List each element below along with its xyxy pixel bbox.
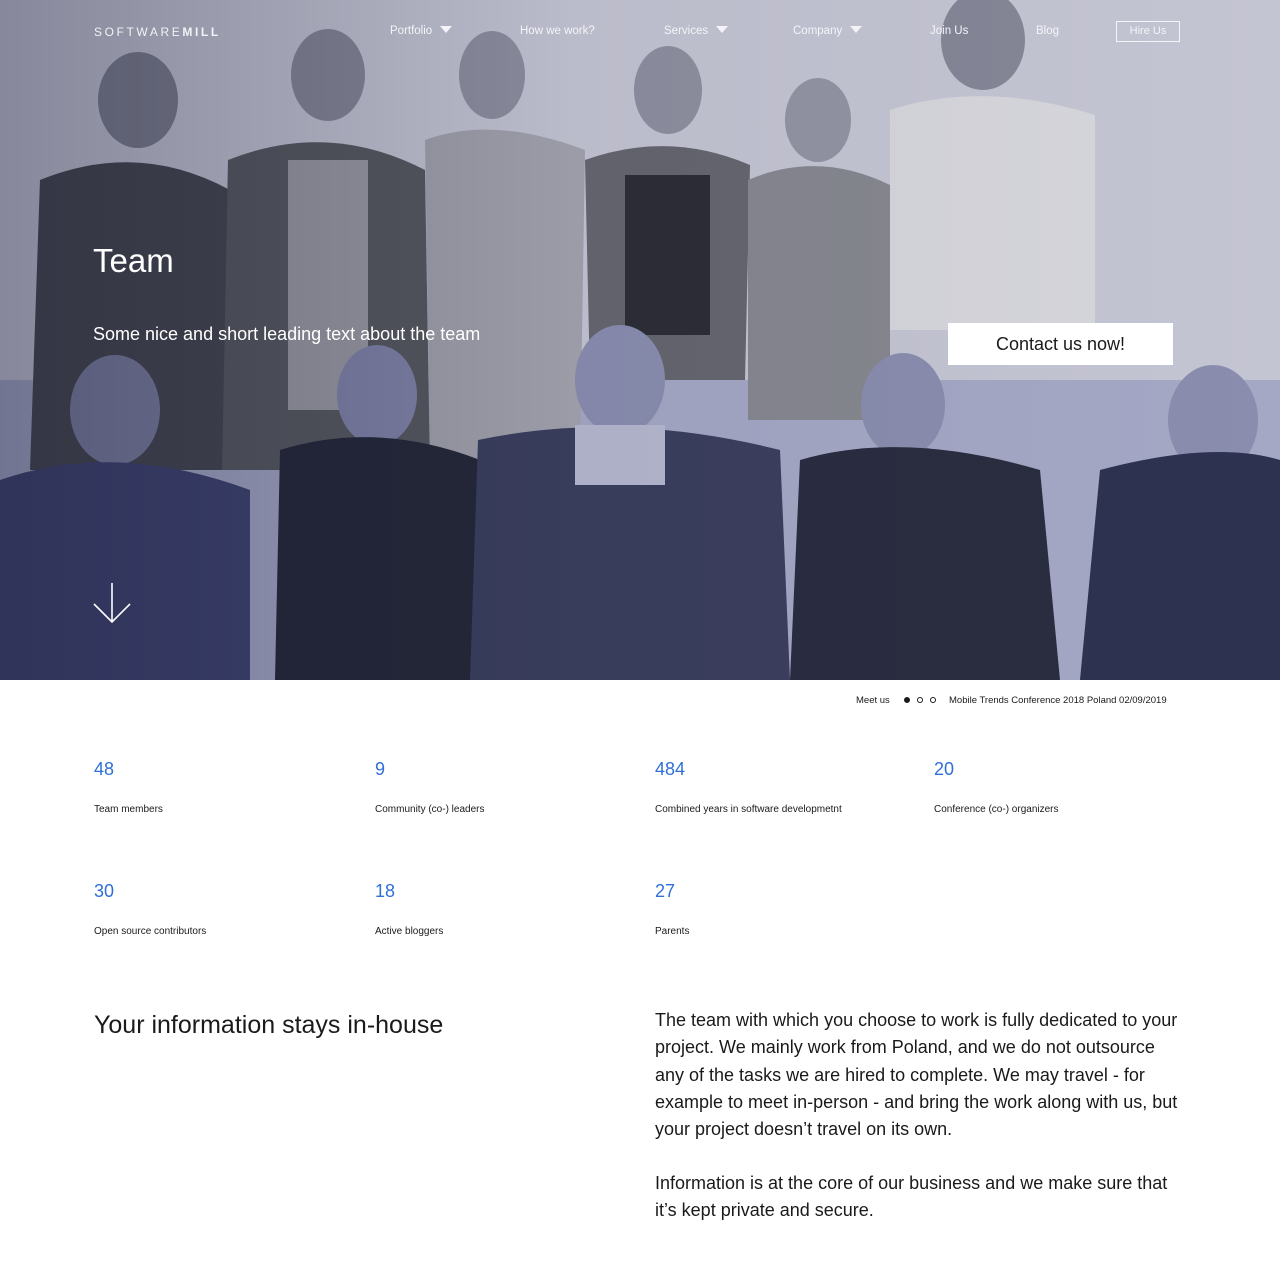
carousel-dots xyxy=(904,697,938,705)
stat-value: 18 xyxy=(375,881,396,901)
meet-us-label: Meet us xyxy=(856,695,890,706)
nav-item-label: Join Us xyxy=(930,25,969,37)
stat-label: Community (co-) leaders xyxy=(375,804,485,815)
nav-item-label: Company xyxy=(793,25,843,37)
softwaremill-logo[interactable]: SOFTWAREMILL xyxy=(94,25,221,39)
page-title: Team xyxy=(93,242,174,279)
nav-item-label: Services xyxy=(664,25,709,37)
section-heading: Your information stays in-house xyxy=(94,1011,444,1039)
event-text[interactable]: Mobile Trends Conference 2018 Poland 02/… xyxy=(949,695,1167,706)
chevron-down-icon xyxy=(440,26,453,33)
nav-item-blog[interactable]: Blog xyxy=(1036,25,1059,37)
stat-label: Parents xyxy=(655,926,690,937)
stat-value: 27 xyxy=(655,881,676,901)
carousel-dot-active[interactable] xyxy=(904,697,910,703)
nav-item-services[interactable]: Services xyxy=(664,25,729,37)
nav-item-label: Blog xyxy=(1036,25,1060,37)
arrow-down-icon[interactable] xyxy=(92,582,132,624)
stat-label: Open source contributors xyxy=(94,926,207,937)
stat-value: 484 xyxy=(655,759,686,779)
nav-item-label: How we work? xyxy=(520,25,595,37)
stat-value: 48 xyxy=(94,759,115,779)
hero-lead-text: Some nice and short leading text about t… xyxy=(93,324,481,344)
stat-value: 9 xyxy=(375,759,386,779)
nav-item-how-we-work[interactable]: How we work? xyxy=(520,25,595,37)
hire-us-button[interactable]: Hire Us xyxy=(1116,21,1180,42)
top-navigation: SOFTWAREMILL Portfolio How we work? Serv… xyxy=(0,0,1280,64)
nav-item-join-us[interactable]: Join Us xyxy=(930,25,968,37)
nav-item-portfolio[interactable]: Portfolio xyxy=(390,25,453,37)
stat-label: Active bloggers xyxy=(375,926,444,937)
nav-item-company[interactable]: Company xyxy=(793,25,863,37)
contact-us-button[interactable]: Contact us now! xyxy=(948,323,1173,365)
chevron-down-icon xyxy=(850,26,863,33)
stat-label: Combined years in software developmetnt xyxy=(655,804,842,815)
info-paragraph: The team with which you choose to work i… xyxy=(655,1010,1178,1140)
stat-label: Conference (co-) organizers xyxy=(934,804,1059,815)
stat-label: Team members xyxy=(94,804,163,815)
carousel-dot[interactable] xyxy=(930,697,936,703)
stat-value: 30 xyxy=(94,881,115,901)
chevron-down-icon xyxy=(716,26,729,33)
stat-value: 20 xyxy=(934,759,955,779)
info-paragraph: Information is at the core of our busine… xyxy=(655,1173,1168,1221)
nav-item-label: Portfolio xyxy=(390,25,433,37)
carousel-dot[interactable] xyxy=(917,697,923,703)
